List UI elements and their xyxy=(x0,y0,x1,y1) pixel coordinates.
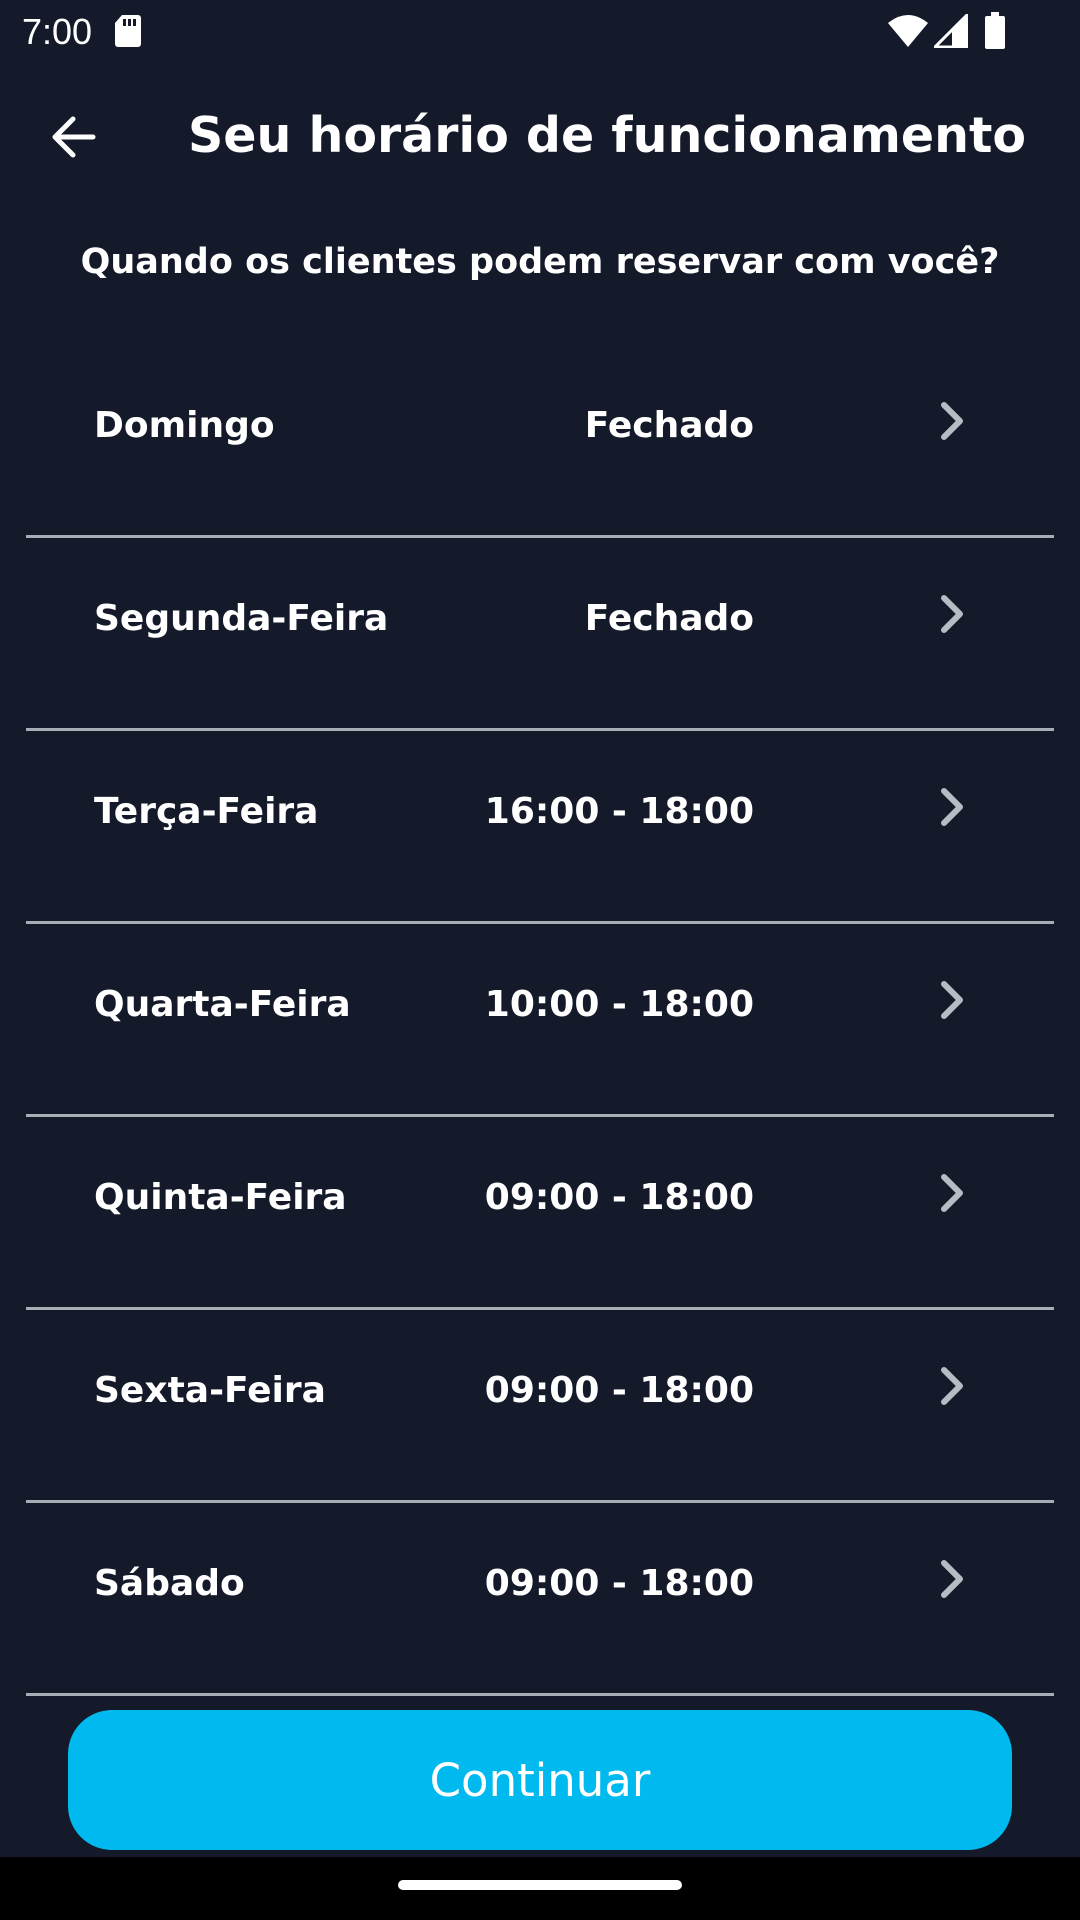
page-title: Seu horário de funcionamento xyxy=(188,107,1027,164)
day-name: Quarta-Feira xyxy=(94,984,351,1025)
day-row-domingo[interactable]: Domingo Fechado xyxy=(26,345,1054,538)
status-bar: 7:00 xyxy=(0,0,1080,64)
chevron-right-icon xyxy=(941,1560,963,1598)
sd-card-icon xyxy=(115,15,141,47)
day-name: Sábado xyxy=(94,1563,245,1604)
wifi-icon xyxy=(888,15,928,47)
day-name: Domingo xyxy=(94,405,275,446)
navigation-bar xyxy=(0,1857,1080,1920)
day-row-sexta[interactable]: Sexta-Feira 09:00 - 18:00 xyxy=(26,1310,1054,1503)
day-row-quarta[interactable]: Quarta-Feira 10:00 - 18:00 xyxy=(26,924,1054,1117)
schedule-list: Domingo Fechado Segunda-Feira Fechado Te… xyxy=(26,345,1054,1696)
app-bar: Seu horário de funcionamento xyxy=(0,80,1080,192)
day-name: Quinta-Feira xyxy=(94,1177,347,1218)
day-hours: 09:00 - 18:00 xyxy=(484,1370,754,1411)
day-hours: Fechado xyxy=(584,405,754,446)
day-hours: Fechado xyxy=(584,598,754,639)
day-name: Sexta-Feira xyxy=(94,1370,326,1411)
day-row-quinta[interactable]: Quinta-Feira 09:00 - 18:00 xyxy=(26,1117,1054,1310)
chevron-right-icon xyxy=(941,595,963,633)
arrow-left-icon xyxy=(52,116,96,158)
battery-icon xyxy=(985,12,1005,49)
chevron-right-icon xyxy=(941,1174,963,1212)
day-row-terca[interactable]: Terça-Feira 16:00 - 18:00 xyxy=(26,731,1054,924)
screen: 7:00 Seu horário de funcionamento Quando… xyxy=(0,0,1080,1920)
day-hours: 09:00 - 18:00 xyxy=(484,1177,754,1218)
continue-button[interactable]: Continuar xyxy=(68,1710,1012,1850)
status-time: 7:00 xyxy=(22,11,93,52)
back-button[interactable] xyxy=(40,104,106,170)
day-hours: 09:00 - 18:00 xyxy=(484,1563,754,1604)
day-row-sabado[interactable]: Sábado 09:00 - 18:00 xyxy=(26,1503,1054,1696)
day-name: Terça-Feira xyxy=(94,791,319,832)
continue-button-label: Continuar xyxy=(429,1753,651,1807)
chevron-right-icon xyxy=(941,402,963,440)
signal-icon xyxy=(934,14,968,48)
page-subtitle: Quando os clientes podem reservar com vo… xyxy=(80,242,1000,282)
day-name: Segunda-Feira xyxy=(94,598,389,639)
chevron-right-icon xyxy=(941,788,963,826)
day-hours: 10:00 - 18:00 xyxy=(484,984,754,1025)
home-indicator[interactable] xyxy=(398,1880,682,1890)
chevron-right-icon xyxy=(941,981,963,1019)
chevron-right-icon xyxy=(941,1367,963,1405)
day-hours: 16:00 - 18:00 xyxy=(484,791,754,832)
day-row-segunda[interactable]: Segunda-Feira Fechado xyxy=(26,538,1054,731)
